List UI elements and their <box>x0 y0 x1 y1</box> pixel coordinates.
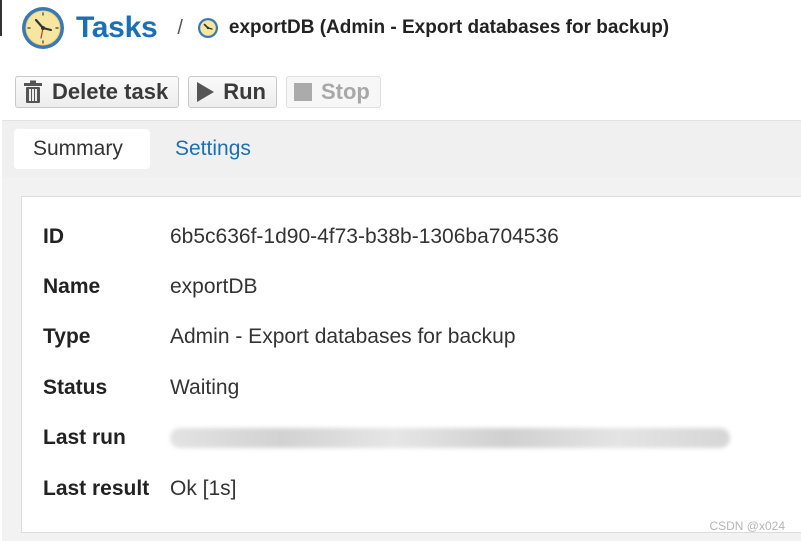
field-value: Ok [1s] <box>170 477 237 500</box>
summary-row-name: Name exportDB <box>43 272 258 302</box>
field-label: Name <box>43 275 101 298</box>
field-label: Status <box>43 376 108 399</box>
summary-row-last-result: Last result Ok [1s] <box>43 474 237 504</box>
tab-summary[interactable]: Summary <box>14 129 150 169</box>
summary-row-last-run: Last run <box>43 423 730 453</box>
breadcrumb-separator: / <box>177 16 183 39</box>
run-label: Run <box>223 79 266 104</box>
delete-task-button[interactable]: Delete task <box>15 76 180 108</box>
watermark: CSDN @x024 <box>709 519 785 533</box>
clock-icon <box>22 7 64 49</box>
breadcrumb-current: exportDB (Admin - Export databases for b… <box>228 17 670 38</box>
field-value: exportDB <box>170 275 258 298</box>
trash-icon <box>22 80 44 104</box>
stop-button[interactable]: Stop <box>285 76 381 108</box>
field-label: Type <box>43 325 91 348</box>
window-edge <box>0 0 2 36</box>
page-title[interactable]: Tasks <box>76 13 158 43</box>
delete-task-label: Delete task <box>52 79 169 104</box>
field-value: Admin - Export databases for backup <box>170 325 516 348</box>
run-button[interactable]: Run <box>188 76 277 108</box>
tab-settings[interactable]: Settings <box>156 129 270 169</box>
field-label: Last result <box>43 477 150 500</box>
summary-row-type: Type Admin - Export databases for backup <box>43 322 516 352</box>
stop-label: Stop <box>320 79 370 104</box>
toolbar: Delete task Run Stop <box>15 76 381 108</box>
tab-strip: Summary Settings <box>2 120 801 178</box>
field-label: Last run <box>43 426 126 449</box>
summary-row-status: Status Waiting <box>43 373 239 403</box>
clock-icon <box>197 18 218 38</box>
play-icon <box>195 81 215 103</box>
field-label: ID <box>43 225 64 248</box>
stop-icon <box>293 82 313 102</box>
field-value: 6b5c636f-1d90-4f73-b38b-1306ba704536 <box>170 225 559 248</box>
page-header: Tasks / exportDB (Admin - Export databas… <box>20 5 669 51</box>
redacted-value <box>170 428 730 448</box>
field-value: Waiting <box>170 376 240 399</box>
summary-row-id: ID 6b5c636f-1d90-4f73-b38b-1306ba704536 <box>43 222 559 252</box>
summary-panel: ID 6b5c636f-1d90-4f73-b38b-1306ba704536 … <box>21 196 801 533</box>
